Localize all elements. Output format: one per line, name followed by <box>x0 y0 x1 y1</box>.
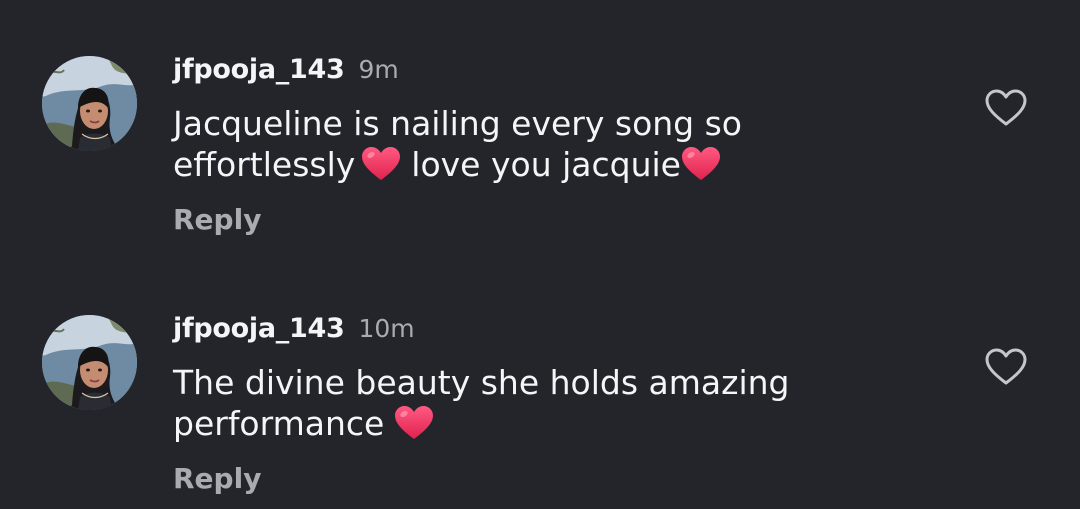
reply-button[interactable]: Reply <box>173 461 261 497</box>
comment-text-part: The divine beauty she holds amazing perf… <box>173 363 790 443</box>
comment-item: jfpooja_143 10m The divine beauty she hol… <box>0 259 1080 509</box>
red-heart-emoji-icon <box>361 146 401 182</box>
timestamp: 9m <box>358 55 399 84</box>
red-heart-emoji-icon <box>394 405 434 441</box>
heart-outline-icon[interactable] <box>984 347 1028 387</box>
timestamp: 10m <box>358 314 415 343</box>
comment-text-part: love you jacquie <box>411 145 681 184</box>
heart-outline-icon[interactable] <box>984 88 1028 128</box>
username[interactable]: jfpooja_143 <box>173 313 345 344</box>
comment-text: The divine beauty she holds amazing perf… <box>173 362 933 444</box>
avatar[interactable] <box>42 315 137 410</box>
username[interactable]: jfpooja_143 <box>173 54 345 85</box>
comment-meta: jfpooja_143 10m <box>173 311 415 347</box>
reply-button[interactable]: Reply <box>173 202 261 238</box>
avatar[interactable] <box>42 56 137 151</box>
comment-text: Jacqueline is nailing every song so effo… <box>173 103 933 185</box>
red-heart-emoji-icon <box>681 146 721 182</box>
comment-item: jfpooja_143 9m Jacqueline is nailing ever… <box>0 0 1080 255</box>
comment-meta: jfpooja_143 9m <box>173 52 399 88</box>
